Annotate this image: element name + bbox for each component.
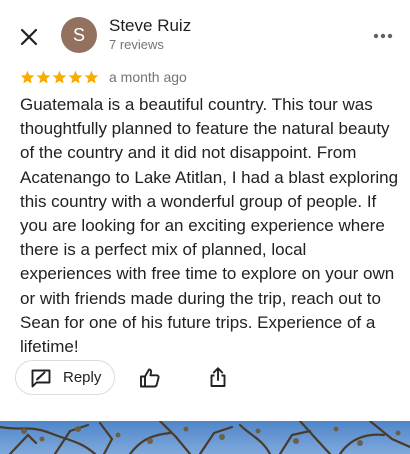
more-options-icon — [373, 33, 393, 39]
review-date: a month ago — [109, 69, 187, 85]
reply-icon — [31, 369, 51, 387]
reply-button[interactable]: Reply — [15, 360, 115, 395]
close-button[interactable] — [14, 22, 44, 52]
review-photo-image — [0, 421, 410, 454]
like-button[interactable] — [138, 366, 162, 390]
share-button[interactable] — [206, 365, 230, 389]
reply-label: Reply — [63, 369, 102, 386]
star-icon — [20, 70, 35, 83]
review-photo[interactable] — [0, 421, 410, 454]
review-dialog: S Steve Ruiz 7 reviews a month ago Guate… — [0, 0, 410, 454]
star-icon — [52, 70, 67, 83]
review-text: Guatemala is a beautiful country. This t… — [20, 95, 399, 357]
star-icon — [36, 70, 51, 83]
star-icon — [68, 70, 83, 83]
avatar-initial: S — [72, 24, 85, 45]
more-options-button[interactable] — [370, 24, 396, 48]
reviewer-review-count: 7 reviews — [109, 37, 164, 52]
close-icon — [20, 28, 38, 46]
thumbs-up-icon — [140, 368, 160, 388]
avatar[interactable]: S — [61, 17, 97, 53]
star-icon — [84, 70, 99, 83]
rating-row: a month ago — [20, 68, 187, 86]
share-icon — [210, 367, 226, 387]
reviewer-name[interactable]: Steve Ruiz — [109, 16, 191, 36]
star-rating — [20, 70, 100, 85]
